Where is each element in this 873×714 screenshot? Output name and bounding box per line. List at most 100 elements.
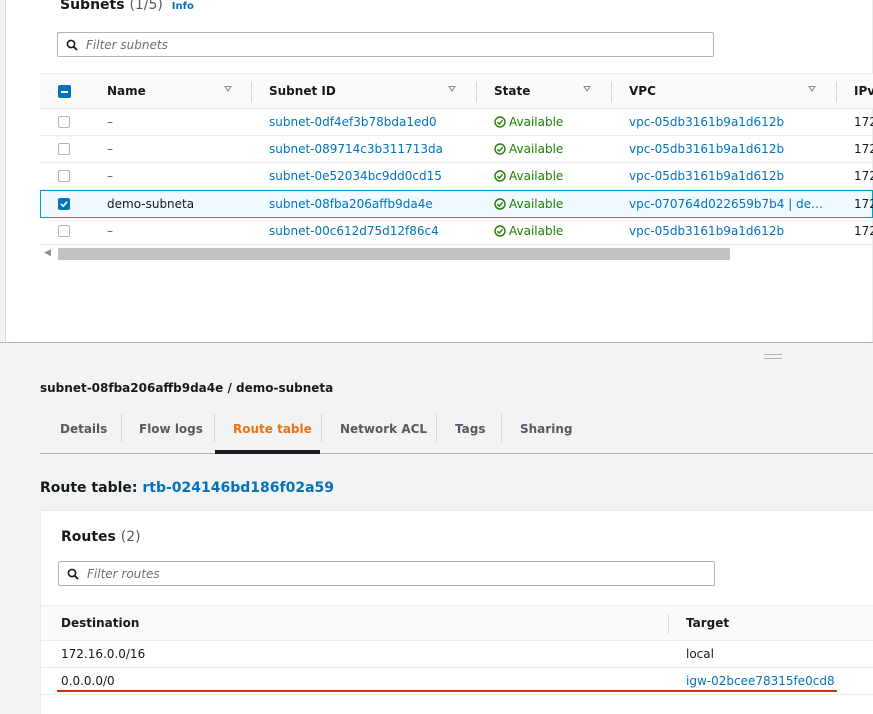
state-text: Available — [509, 169, 564, 183]
col-subnet-id[interactable]: Subnet ID — [269, 84, 336, 98]
subnet-id-link[interactable]: subnet-00c612d75d12f86c4 — [269, 224, 439, 238]
state-text: Available — [509, 224, 564, 238]
column-divider[interactable] — [251, 82, 252, 102]
ipv-cell: 172 — [854, 142, 873, 156]
column-divider[interactable] — [668, 614, 669, 634]
vpc-link[interactable]: vpc-05db3161b9a1d612b — [629, 142, 784, 156]
routes-title: Routes — [61, 529, 116, 545]
subnets-title: Subnets — [60, 0, 125, 13]
table-row[interactable]: – subnet-089714c3b311713da Available vpc… — [40, 136, 873, 163]
subnet-id-link[interactable]: subnet-0e52034bc9dd0cd15 — [269, 169, 442, 183]
vpc-link[interactable]: vpc-05db3161b9a1d612b — [629, 169, 784, 183]
vpc-link[interactable]: vpc-05db3161b9a1d612b — [629, 115, 784, 129]
ipv-cell: 172 — [854, 197, 873, 211]
search-icon — [66, 39, 78, 51]
table-header: Name Subnet ID State VPC IPv — [40, 73, 873, 109]
state-available: Available — [494, 142, 563, 156]
col-ipv[interactable]: IPv — [854, 84, 873, 98]
tab-flow-logs[interactable]: Flow logs — [139, 422, 203, 436]
check-circle-icon — [494, 170, 506, 182]
row-checkbox[interactable] — [58, 170, 70, 182]
filter-routes-input[interactable]: Filter routes — [58, 561, 715, 586]
col-vpc[interactable]: VPC — [629, 84, 656, 98]
route-target: local — [686, 647, 714, 661]
split-divider[interactable] — [0, 342, 873, 343]
subnet-id-link[interactable]: subnet-0df4ef3b78bda1ed0 — [269, 115, 437, 129]
subnet-name: demo-subneta — [107, 197, 195, 211]
scrollbar-thumb[interactable] — [58, 248, 730, 260]
table-row[interactable]: – subnet-00c612d75d12f86c4 Available vpc… — [40, 218, 873, 245]
ipv-cell: 172 — [854, 224, 873, 238]
state-available: Available — [494, 197, 563, 211]
col-destination[interactable]: Destination — [61, 616, 139, 630]
sort-name-icon[interactable] — [224, 86, 232, 92]
sort-subnet-id-icon[interactable] — [448, 86, 456, 92]
tab-divider — [436, 414, 437, 442]
table-row: 172.16.0.0/16 local — [41, 641, 873, 668]
filter-subnets-placeholder: Filter subnets — [86, 37, 168, 52]
select-all-checkbox[interactable] — [58, 85, 71, 98]
route-destination: 172.16.0.0/16 — [61, 647, 146, 661]
table-row-selected[interactable]: demo-subneta subnet-08fba206affb9da4e Av… — [40, 190, 873, 218]
column-divider[interactable] — [476, 82, 477, 102]
row-checkbox-checked[interactable] — [58, 198, 70, 210]
col-state[interactable]: State — [494, 84, 530, 98]
active-tab-indicator — [215, 450, 320, 454]
row-checkbox[interactable] — [58, 116, 70, 128]
routes-table-header: Destination Target — [41, 605, 873, 641]
table-row[interactable]: – subnet-0e52034bc9dd0cd15 Available vpc… — [40, 163, 873, 190]
route-table-id-link[interactable]: rtb-024146bd186f02a59 — [142, 480, 334, 496]
tab-network-acl[interactable]: Network ACL — [340, 422, 427, 436]
tab-details[interactable]: Details — [60, 422, 107, 436]
route-target-link[interactable]: igw-02bcee78315fe0cd8 — [686, 674, 835, 688]
scroll-left-icon[interactable]: ◀ — [44, 248, 51, 258]
column-divider[interactable] — [836, 82, 837, 102]
tab-tags[interactable]: Tags — [455, 422, 485, 436]
tab-divider — [501, 414, 502, 442]
check-circle-icon — [494, 143, 506, 155]
sort-state-icon[interactable] — [583, 86, 591, 92]
subnet-id-link[interactable]: subnet-08fba206affb9da4e — [269, 197, 433, 211]
horizontal-scrollbar[interactable]: ◀ — [40, 245, 873, 261]
col-name[interactable]: Name — [107, 84, 146, 98]
check-icon — [60, 201, 68, 208]
row-checkbox[interactable] — [58, 225, 70, 237]
routes-count: (2) — [120, 529, 141, 545]
info-link[interactable]: Info — [172, 1, 194, 12]
subnet-name: – — [107, 115, 113, 129]
state-available: Available — [494, 115, 563, 129]
state-text: Available — [509, 197, 564, 211]
sort-vpc-icon[interactable] — [808, 86, 816, 92]
check-circle-icon — [494, 116, 506, 128]
subnet-id-link[interactable]: subnet-089714c3b311713da — [269, 142, 443, 156]
vpc-link[interactable]: vpc-070764d022659b7b4 | de… — [629, 197, 823, 211]
column-divider[interactable] — [611, 82, 612, 102]
ipv-cell: 172 — [854, 115, 873, 129]
vpc-link[interactable]: vpc-05db3161b9a1d612b — [629, 224, 784, 238]
row-checkbox[interactable] — [58, 143, 70, 155]
route-table-heading: Route table: rtb-024146bd186f02a59 — [40, 480, 334, 496]
col-target[interactable]: Target — [686, 616, 729, 630]
details-tabs: Details Flow logs Route table Network AC… — [40, 410, 873, 454]
filter-routes-placeholder: Filter routes — [87, 566, 160, 581]
route-table-label: Route table: — [40, 480, 138, 496]
details-title: subnet-08fba206affb9da4e / demo-subneta — [40, 381, 334, 395]
state-available: Available — [494, 224, 563, 238]
tab-divider — [121, 414, 122, 442]
routes-panel: Routes (2) Filter routes Destination Tar… — [40, 510, 873, 714]
routes-heading: Routes (2) — [61, 529, 141, 545]
state-available: Available — [494, 169, 563, 183]
subnet-name: – — [107, 224, 113, 238]
tab-divider — [321, 414, 322, 442]
table-row[interactable]: – subnet-0df4ef3b78bda1ed0 Available vpc… — [40, 109, 873, 136]
filter-subnets-input[interactable]: Filter subnets — [57, 32, 714, 57]
drag-handle-icon[interactable] — [764, 354, 782, 359]
subnet-name: – — [107, 169, 113, 183]
subnets-count: (1/5) — [129, 0, 163, 13]
annotation-underline — [57, 690, 837, 692]
tab-route-table[interactable]: Route table — [233, 422, 312, 436]
ipv-cell: 172 — [854, 169, 873, 183]
route-destination: 0.0.0.0/0 — [61, 674, 115, 688]
panel-border — [5, 0, 6, 342]
tab-sharing[interactable]: Sharing — [520, 422, 572, 436]
